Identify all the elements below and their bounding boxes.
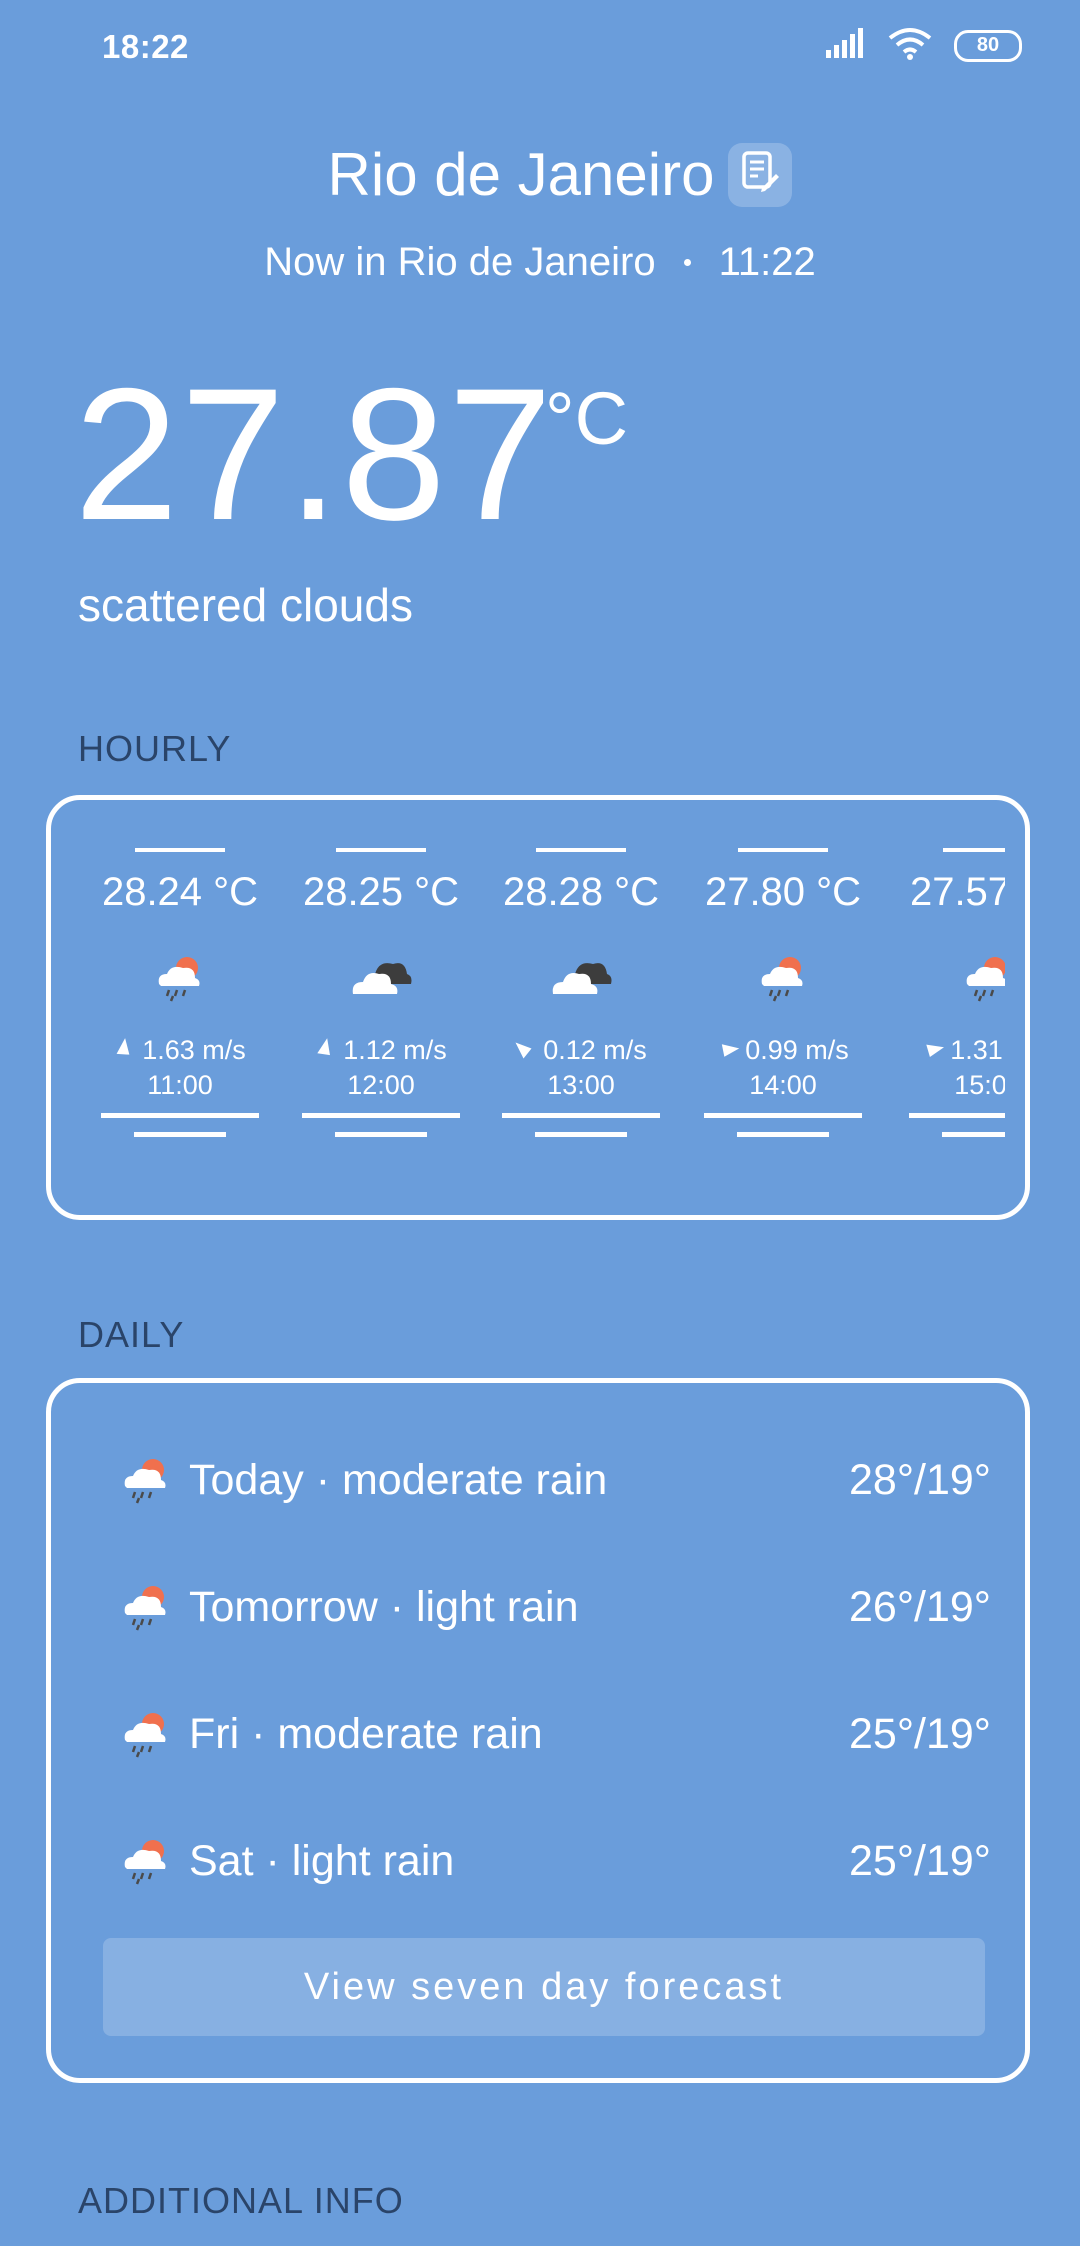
wind-direction-icon bbox=[915, 1032, 949, 1069]
hour-wind: 1.31 m/s bbox=[922, 1035, 1005, 1066]
status-icons: 80 bbox=[826, 26, 1022, 65]
hour-top-bar bbox=[738, 848, 828, 852]
wind-speed: 0.12 m/s bbox=[543, 1035, 647, 1065]
hourly-scroll-strip[interactable]: 28.24 °C 1.63 m/s 11:00 28.25 °C 1.12 m/s 12:… bbox=[95, 848, 1005, 1168]
hour-time: 15:00 bbox=[954, 1070, 1005, 1100]
hour-time: 13:00 bbox=[547, 1070, 615, 1100]
day-label: Sat · light rain bbox=[189, 1836, 455, 1885]
day-temperatures: 26°/19° bbox=[849, 1582, 991, 1631]
hourly-item: 27.80 °C 0.99 m/s 14:00 bbox=[698, 848, 868, 1137]
daily-row[interactable]: Tomorrow · light rain 26°/19° bbox=[121, 1577, 991, 1637]
hour-bottom-bar bbox=[909, 1113, 1005, 1118]
hour-temperature: 27.57 °C bbox=[909, 870, 1005, 914]
battery-level: 80 bbox=[976, 34, 1000, 56]
rain-sun-cloud-icon bbox=[121, 1709, 177, 1759]
day-label: Fri · moderate rain bbox=[189, 1709, 543, 1758]
hourly-item: 28.28 °C 0.12 m/s 13:00 bbox=[496, 848, 666, 1137]
hour-bottom-bar-short bbox=[942, 1132, 1005, 1137]
dark-clouds-icon bbox=[549, 951, 613, 1005]
hour-bottom-bar bbox=[704, 1113, 862, 1118]
wind-speed: 1.31 m/s bbox=[950, 1035, 1005, 1065]
day-temperatures: 28°/19° bbox=[849, 1455, 991, 1504]
view-seven-day-forecast-button[interactable]: View seven day forecast bbox=[103, 1938, 985, 2036]
rain-sun-cloud-icon bbox=[121, 1455, 177, 1505]
wind-speed: 0.99 m/s bbox=[745, 1035, 849, 1065]
hourly-section-title: HOURLY bbox=[78, 728, 232, 769]
wind-direction-icon bbox=[107, 1032, 141, 1069]
hour-bottom-bar bbox=[302, 1113, 460, 1118]
hour-top-bar bbox=[135, 848, 225, 852]
hour-time: 14:00 bbox=[749, 1070, 817, 1100]
temperature-unit: °C bbox=[545, 377, 629, 460]
rain-sun-cloud-icon bbox=[121, 1836, 177, 1886]
wind-speed: 1.63 m/s bbox=[142, 1035, 246, 1065]
daily-row[interactable]: Fri · moderate rain 25°/19° bbox=[121, 1704, 991, 1764]
dark-clouds-icon bbox=[349, 951, 413, 1005]
day-temperatures: 25°/19° bbox=[849, 1836, 991, 1885]
location-subtitle: Now in Rio de Janeiro 11:22 bbox=[0, 240, 1080, 285]
hour-temperature: 28.25 °C bbox=[302, 870, 460, 914]
hourly-item: 28.25 °C 1.12 m/s 12:00 bbox=[296, 848, 466, 1137]
edit-location-button[interactable] bbox=[728, 142, 793, 207]
hourly-item: 28.24 °C 1.63 m/s 11:00 bbox=[95, 848, 265, 1137]
rain-sun-cloud-icon bbox=[758, 951, 808, 1005]
hour-bottom-bar bbox=[502, 1113, 660, 1118]
day-temperatures: 25°/19° bbox=[849, 1709, 991, 1758]
hour-wind: 0.12 m/s bbox=[515, 1035, 647, 1066]
hour-wind: 0.99 m/s bbox=[717, 1035, 849, 1066]
wind-direction-icon bbox=[309, 1032, 342, 1069]
hour-bottom-bar-short bbox=[535, 1132, 627, 1137]
hour-bottom-bar bbox=[101, 1113, 259, 1118]
edit-note-icon bbox=[740, 150, 780, 199]
hour-temperature: 27.80 °C bbox=[704, 870, 862, 914]
hourly-item: 27.57 °C 1.31 m/s 15:00 bbox=[903, 848, 1005, 1137]
rain-sun-cloud-icon bbox=[121, 1582, 177, 1632]
hour-bottom-bar-short bbox=[737, 1132, 829, 1137]
city-header: Rio de Janeiro bbox=[0, 140, 1080, 209]
hour-time: 11:00 bbox=[147, 1070, 213, 1100]
daily-row[interactable]: Sat · light rain 25°/19° bbox=[121, 1831, 991, 1891]
day-label: Tomorrow · light rain bbox=[189, 1582, 579, 1631]
signal-icon bbox=[826, 28, 866, 63]
wifi-icon bbox=[888, 26, 932, 65]
daily-section-title: DAILY bbox=[78, 1314, 185, 1355]
city-name: Rio de Janeiro bbox=[327, 141, 715, 208]
hour-wind: 1.12 m/s bbox=[315, 1035, 447, 1066]
status-time: 18:22 bbox=[102, 28, 189, 65]
wind-speed: 1.12 m/s bbox=[343, 1035, 447, 1065]
current-temperature: 27.87 bbox=[74, 349, 555, 559]
daily-card: Today · moderate rain 28°/19° Tomorrow · l… bbox=[46, 1378, 1030, 2083]
hour-time: 12:00 bbox=[347, 1070, 415, 1100]
wind-direction-icon bbox=[510, 1041, 541, 1061]
hour-temperature: 28.24 °C bbox=[101, 870, 259, 914]
current-condition: scattered clouds bbox=[78, 579, 413, 631]
hour-bottom-bar-short bbox=[134, 1132, 226, 1137]
wind-direction-icon bbox=[710, 1032, 745, 1069]
day-label: Today · moderate rain bbox=[189, 1455, 608, 1504]
rain-sun-cloud-icon bbox=[963, 951, 1005, 1005]
separator-dot bbox=[683, 259, 691, 266]
rain-sun-cloud-icon bbox=[155, 951, 205, 1005]
hourly-card[interactable]: 28.24 °C 1.63 m/s 11:00 28.25 °C 1.12 m/s 12:… bbox=[46, 795, 1030, 1220]
hour-top-bar bbox=[536, 848, 626, 852]
hour-temperature: 28.28 °C bbox=[502, 870, 660, 914]
subtitle-time: 11:22 bbox=[718, 240, 816, 284]
additional-info-section-title: ADDITIONAL INFO bbox=[78, 2180, 404, 2221]
hour-top-bar bbox=[943, 848, 1005, 852]
battery-icon: 80 bbox=[954, 29, 1022, 62]
hour-top-bar bbox=[336, 848, 426, 852]
hour-wind: 1.63 m/s bbox=[114, 1035, 246, 1066]
hour-bottom-bar-short bbox=[335, 1132, 427, 1137]
subtitle-location: Now in Rio de Janeiro bbox=[264, 240, 656, 284]
daily-row[interactable]: Today · moderate rain 28°/19° bbox=[121, 1450, 991, 1510]
